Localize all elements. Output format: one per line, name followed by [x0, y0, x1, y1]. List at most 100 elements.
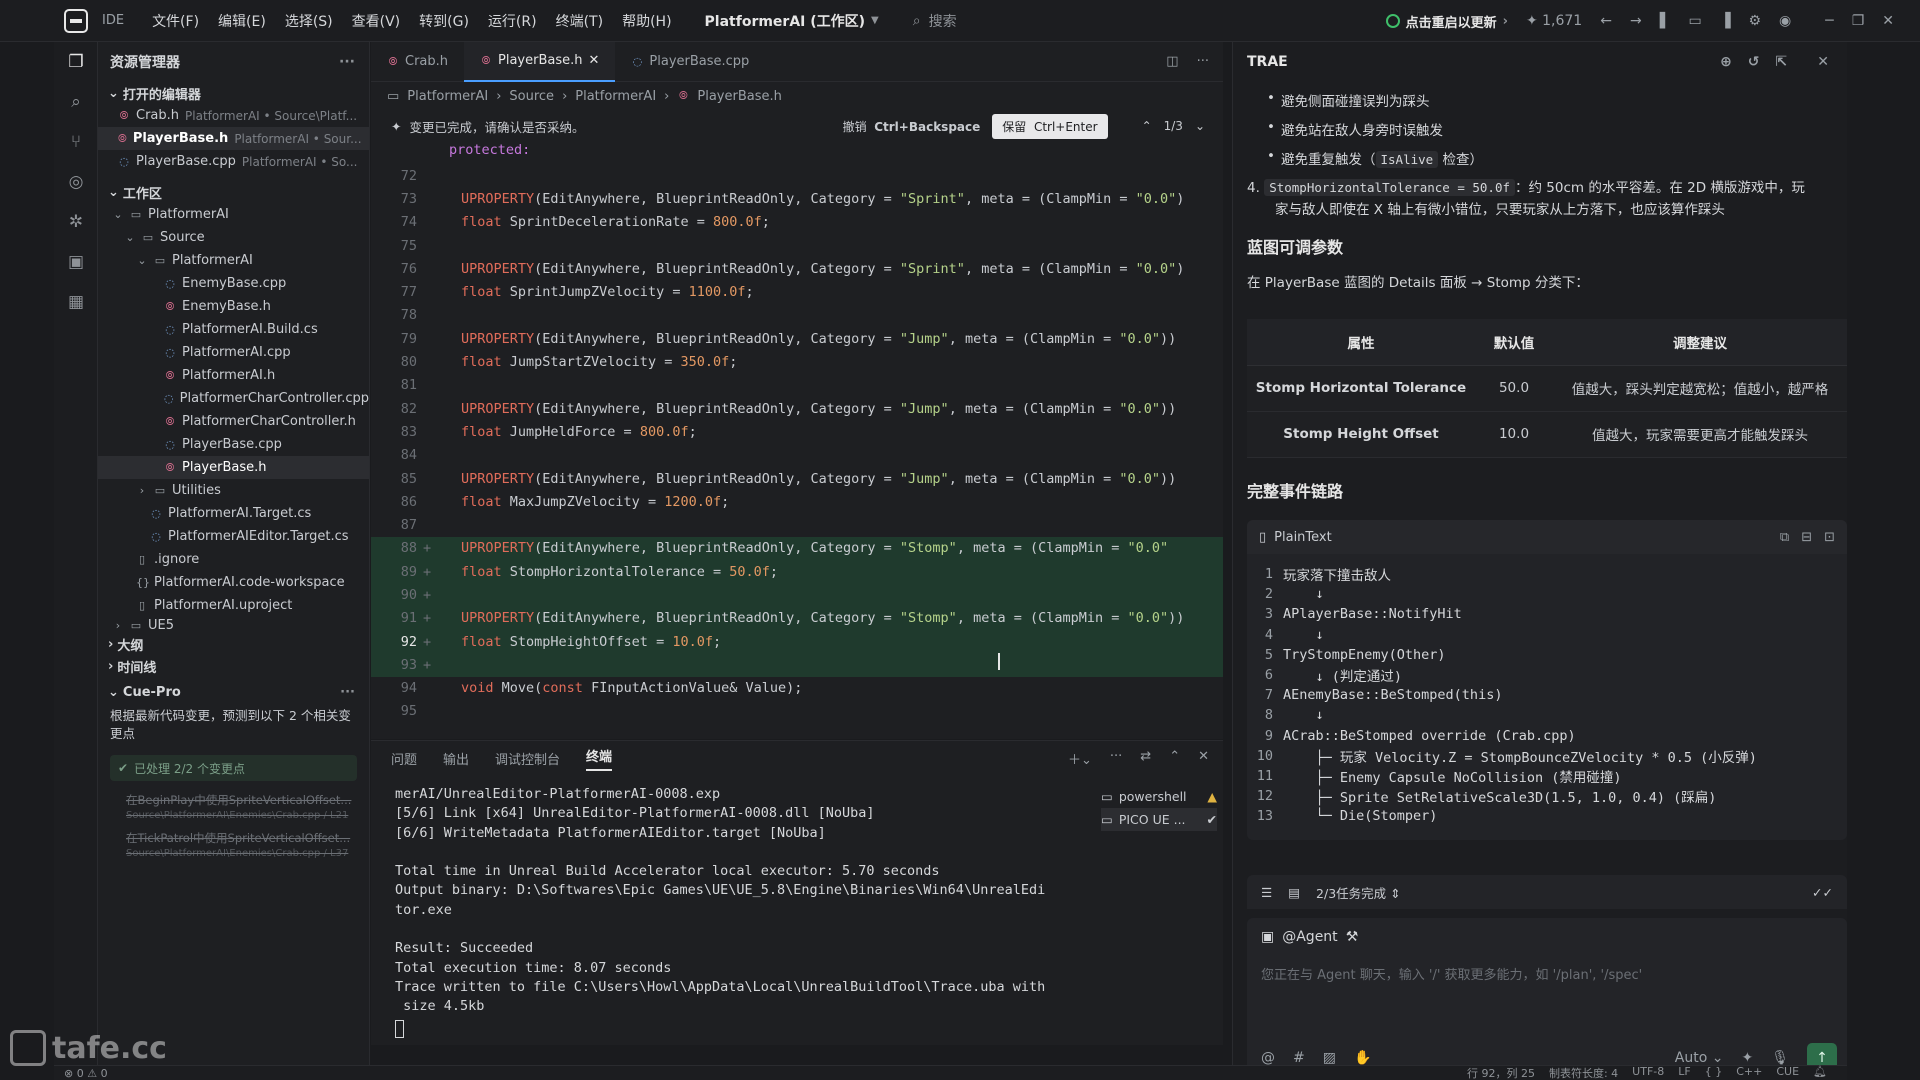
code-block-content[interactable]: 1 玩家落下撞击敌人 2 ↓ 3 APlayerBase::NotifyHit 4 ↓ 5 T… [1247, 554, 1847, 830]
close-icon[interactable]: ✕ [368, 131, 369, 146]
encoding[interactable]: UTF-8 [1632, 1065, 1664, 1080]
list-icon[interactable]: ☰ [1261, 885, 1272, 900]
tree-folder[interactable]: ⌄ ▭ PlatformerAI [98, 249, 369, 272]
tree-file[interactable]: ▯ PlatformerAI.uproject [98, 594, 369, 617]
code-line[interactable]: 90 + [371, 583, 1223, 607]
breadcrumb-item[interactable]: PlayerBase.h [697, 89, 781, 104]
task-status[interactable]: 2/3任务完成 ⇕ [1316, 883, 1401, 902]
apply-icon[interactable]: ⊡ [1824, 530, 1835, 545]
tab-crab-h[interactable]: ⦾ Crab.h [371, 42, 464, 82]
breadcrumb-item[interactable]: Source [509, 89, 554, 104]
more-icon[interactable]: ··· [1110, 749, 1122, 768]
tree-file[interactable]: ◌ PlatformerAIEditor.Target.cs [98, 525, 369, 548]
forward-arrow-icon[interactable]: → [1630, 13, 1642, 29]
agent-tag[interactable]: ▣ @Agent ⚒ [1247, 918, 1847, 956]
open-editor-item[interactable]: ◌ PlayerBase.cpp PlatformerAI • So... [98, 150, 369, 173]
tree-file[interactable]: ◌ PlatformerAI.Build.cs [98, 318, 369, 341]
tree-file[interactable]: ◌ PlatformerAI.cpp [98, 341, 369, 364]
code-line[interactable]: 73 UPROPERTY(EditAnywhere, BlueprintReadO… [371, 187, 1223, 210]
close-icon[interactable]: ✕ [589, 53, 600, 68]
code-line[interactable]: 88 + UPROPERTY(EditAnywhere, BlueprintRead… [371, 536, 1223, 561]
menu-view[interactable]: 查看(V) [352, 11, 401, 31]
tree-folder[interactable]: ⌄ ▭ Source [98, 226, 369, 249]
timeline-header[interactable]: › 时间线 [98, 655, 369, 677]
code-line[interactable]: 82 UPROPERTY(EditAnywhere, BlueprintReadO… [371, 397, 1223, 420]
check-all-icon[interactable]: ✓✓ [1812, 885, 1833, 900]
back-arrow-icon[interactable]: ← [1600, 13, 1612, 29]
tab-terminal[interactable]: 终端 [586, 746, 613, 771]
pop-out-icon[interactable]: ⇱ [1776, 54, 1788, 70]
more-icon[interactable]: ··· [339, 54, 355, 70]
tree-file[interactable]: ◌ PlayerBase.cpp [98, 433, 369, 456]
toggle-aux-icon[interactable]: ▐ [1720, 13, 1731, 29]
tree-file[interactable]: ⦾ EnemyBase.h [98, 295, 369, 318]
tree-file[interactable]: ▯ .ignore [98, 548, 369, 571]
restart-update-button[interactable]: 点击重启以更新 › [1385, 12, 1508, 31]
outline-header[interactable]: › 大纲 [98, 633, 369, 655]
tree-file[interactable]: ◌ PlatformerCharController.cpp [98, 387, 369, 410]
mention-icon[interactable]: @ [1261, 1050, 1275, 1066]
code-line[interactable]: 75 [371, 234, 1223, 257]
terminal-session[interactable]: ▭ PICO UE ... ✔ [1101, 808, 1217, 831]
copy-icon[interactable]: ⧉ [1780, 530, 1789, 545]
toggle-sidebar-icon[interactable]: ▌ [1660, 13, 1671, 29]
mic-icon[interactable]: 🎙︎ [1771, 1050, 1789, 1066]
code-line[interactable]: 94 void Move(const FInputActionValue& Val… [371, 677, 1223, 700]
code-line[interactable]: 77 float SprintJumpZVelocity = 1100.0f; [371, 280, 1223, 303]
account-icon[interactable]: ◉ [1779, 13, 1791, 29]
tab-playerbase-h[interactable]: ⦾ PlayerBase.h ✕ [464, 41, 616, 82]
watch-icon[interactable]: ◎ [54, 162, 98, 202]
workspace-header[interactable]: ⌄ 工作区 [98, 181, 369, 203]
image-icon[interactable]: ▨ [1323, 1050, 1336, 1066]
more-icon[interactable]: ··· [340, 685, 355, 700]
hand-icon[interactable]: ✋ [1354, 1050, 1371, 1066]
maximize-panel-icon[interactable]: ⌃ [1169, 749, 1180, 768]
tab-debug-console[interactable]: 调试控制台 [495, 749, 560, 768]
cue-status[interactable]: CUE [1776, 1065, 1799, 1080]
cue-change-item[interactable]: 在BeginPlay中使用SpriteVerticalOffset... Sour… [120, 789, 369, 827]
tab-output[interactable]: 输出 [443, 749, 469, 768]
open-editor-item[interactable]: ⦾ PlayerBase.h PlatformerAI • Sour... ✕ [98, 127, 369, 150]
code-line[interactable]: 74 float SprintDecelerationRate = 800.0f; [371, 211, 1223, 234]
menu-help[interactable]: 帮助(H) [622, 11, 671, 31]
cue-change-item[interactable]: 在TickPatrol中使用SpriteVerticalOffset... Sou… [120, 827, 369, 865]
debug-icon[interactable]: ✲ [54, 202, 98, 242]
code-line[interactable]: 91 + UPROPERTY(EditAnywhere, BlueprintRead… [371, 606, 1223, 630]
code-line[interactable]: 89 + float StompHorizontalTolerance = 50.0… [371, 560, 1223, 584]
tree-file[interactable]: ◌ EnemyBase.cpp [98, 272, 369, 295]
chat-placeholder[interactable]: 您正在与 Agent 聊天，输入 '/' 获取更多能力，如 '/plan', '… [1247, 964, 1847, 983]
code-line[interactable]: 76 UPROPERTY(EditAnywhere, BlueprintReadO… [371, 257, 1223, 280]
toggle-panel-icon[interactable]: ▭ [1688, 13, 1701, 29]
hash-icon[interactable]: # [1293, 1050, 1305, 1066]
layout-icon[interactable]: ⇄ [1140, 749, 1151, 768]
next-change-icon[interactable]: ⌄ [1195, 119, 1205, 133]
menu-file[interactable]: 文件(F) [152, 11, 199, 31]
terminal-session[interactable]: ▭ powershell ▲ [1101, 785, 1217, 808]
code-line[interactable]: 95 [371, 700, 1223, 723]
code-line[interactable]: 83 float JumpHeldForce = 800.0f; [371, 420, 1223, 443]
keep-button[interactable]: 保留 Ctrl+Enter [992, 113, 1108, 139]
code-view[interactable]: 72 73 UPROPERTY(EditAnywhere, BlueprintRea… [371, 164, 1223, 723]
menu-edit[interactable]: 编辑(E) [218, 11, 266, 31]
settings-icon[interactable]: ⚙ [1748, 13, 1761, 29]
history-icon[interactable]: ↺ [1748, 54, 1760, 70]
tree-file[interactable]: ⦾ PlayerBase.h [98, 456, 369, 479]
code-line[interactable]: 72 [371, 164, 1223, 187]
menu-terminal[interactable]: 终端(T) [556, 11, 603, 31]
code-line[interactable]: 80 float JumpStartZVelocity = 350.0f; [371, 350, 1223, 373]
tree-folder[interactable]: › ▭ Utilities [98, 479, 369, 502]
sparkle-icon[interactable]: ✦ [1741, 1050, 1753, 1066]
breadcrumb-item[interactable]: PlatformerAI [575, 89, 656, 104]
more-icon[interactable]: ··· [1197, 54, 1209, 69]
split-editor-icon[interactable]: ◫ [1166, 54, 1178, 69]
doc-icon[interactable]: ▤ [1288, 885, 1300, 900]
close-icon[interactable]: ✕ [1817, 54, 1829, 70]
mode-select[interactable]: Auto ⌄ [1675, 1050, 1724, 1066]
new-terminal-icon[interactable]: ＋⌄ [1068, 749, 1092, 768]
tree-file[interactable]: ◌ PlatformerAI.Target.cs [98, 502, 369, 525]
code-line[interactable]: 85 UPROPERTY(EditAnywhere, BlueprintReadO… [371, 467, 1223, 490]
extensions-icon[interactable]: ▦ [54, 282, 98, 322]
cursor-position[interactable]: 行 92，列 25 [1467, 1065, 1535, 1080]
cue-pro-header[interactable]: ⌄ Cue-Pro ··· [98, 681, 369, 703]
minimize-icon[interactable]: ─ [1825, 13, 1833, 29]
